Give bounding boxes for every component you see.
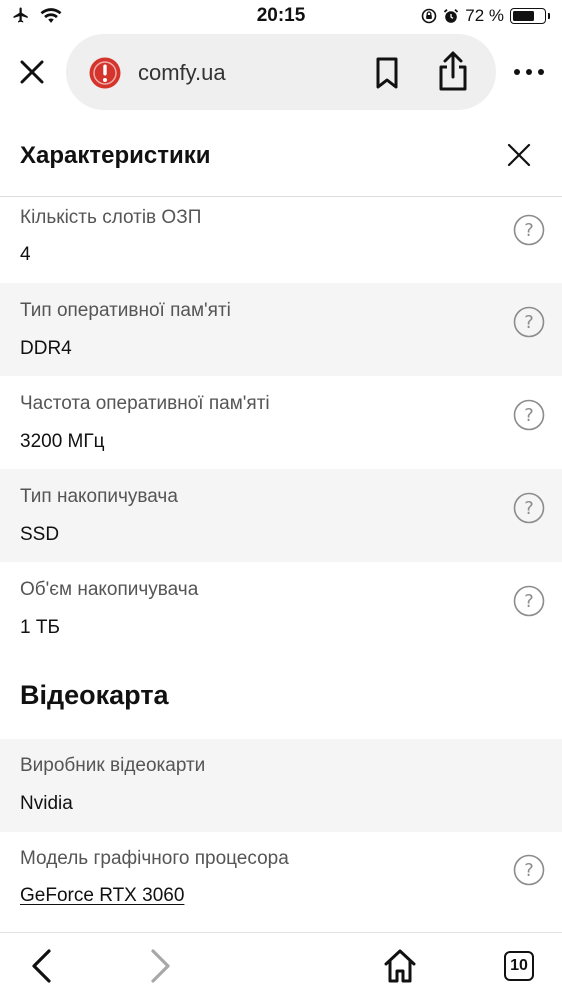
spec-row: Модель графічного процесора GeForce RTX … (0, 832, 562, 925)
spec-label: Об'єм накопичувача (20, 579, 199, 600)
spec-value: DDR4 (20, 338, 72, 359)
gpu-model-link[interactable]: GeForce RTX 3060 (20, 885, 184, 907)
address-bar[interactable]: comfy.ua (66, 34, 496, 110)
help-icon[interactable]: ? (513, 214, 545, 246)
spec-row: Тип оперативної пам'яті DDR4 ? (0, 283, 562, 376)
svg-text:?: ? (524, 312, 534, 333)
panel-header: Характеристики (0, 112, 562, 197)
tab-count: 10 (510, 957, 528, 974)
help-icon[interactable]: ? (513, 399, 545, 431)
orientation-lock-icon (421, 8, 437, 24)
spec-value: 4 (20, 244, 31, 265)
browser-bar: comfy.ua (0, 32, 562, 112)
help-icon[interactable]: ? (513, 854, 545, 886)
spec-row: Частота оперативної пам'яті 3200 МГц ? (0, 376, 562, 469)
spec-label: Кількість слотів ОЗП (20, 207, 202, 228)
spec-label: Тип накопичувача (20, 486, 178, 507)
svg-text:?: ? (524, 220, 534, 241)
help-icon[interactable]: ? (513, 492, 545, 524)
status-right: 72 % (421, 6, 550, 26)
battery-percent: 72 % (465, 6, 504, 25)
warning-icon[interactable] (88, 56, 122, 90)
more-icon[interactable] (512, 64, 546, 80)
spec-row: Виробник відеокарти Nvidia (0, 739, 562, 832)
alarm-icon (444, 8, 459, 23)
battery-cap (548, 13, 550, 19)
spec-label: Частота оперативної пам'яті (20, 393, 270, 414)
close-icon[interactable] (16, 56, 48, 88)
bookmark-icon[interactable] (372, 56, 402, 90)
close-icon[interactable] (506, 142, 532, 168)
help-icon[interactable]: ? (513, 585, 545, 617)
spec-row: Об'єм накопичувача 1 ТБ ? (0, 562, 562, 655)
bottom-toolbar: 10 (0, 932, 562, 1000)
url-text[interactable]: comfy.ua (138, 60, 226, 86)
share-icon[interactable] (436, 50, 470, 92)
spec-label: Тип оперативної пам'яті (20, 300, 231, 321)
spec-label: Виробник відеокарти (20, 755, 206, 776)
spec-value: Nvidia (20, 793, 73, 814)
spec-label: Модель графічного процесора (20, 848, 289, 869)
panel-title: Характеристики (20, 142, 211, 169)
spec-row: Кількість слотів ОЗП 4 ? (0, 197, 562, 290)
spec-row: Тип накопичувача SSD ? (0, 469, 562, 562)
status-bar: 20:15 72 % (0, 0, 562, 32)
back-icon[interactable] (28, 947, 56, 985)
svg-text:?: ? (524, 591, 534, 612)
tabs-button[interactable]: 10 (504, 951, 534, 981)
svg-text:?: ? (524, 405, 534, 426)
spec-value: 3200 МГц (20, 431, 105, 452)
forward-icon[interactable] (146, 947, 174, 985)
home-icon[interactable] (382, 947, 418, 985)
spec-value: SSD (20, 524, 60, 545)
battery-icon (510, 8, 546, 24)
svg-text:?: ? (524, 498, 534, 519)
spec-value: 1 ТБ (20, 617, 60, 638)
svg-text:?: ? (524, 860, 534, 881)
battery-fill (513, 11, 534, 21)
section-title: Відеокарта (20, 680, 169, 710)
help-icon[interactable]: ? (513, 306, 545, 338)
